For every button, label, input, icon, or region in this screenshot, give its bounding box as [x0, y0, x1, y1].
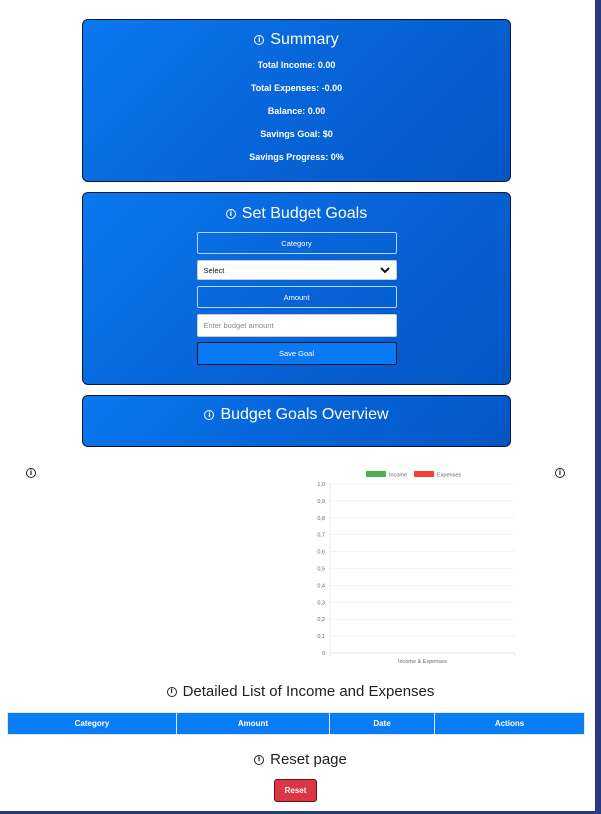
y-tick-label: 0,9 — [317, 499, 325, 505]
table-header-row: Category Amount Date Actions — [7, 712, 585, 735]
y-tick-label: 0,7 — [317, 533, 325, 539]
y-tick-label: 0,2 — [317, 617, 325, 623]
column-header-category: Category — [7, 712, 177, 735]
list-title: Detailed List of Income and Expenses — [182, 683, 435, 700]
info-circle-icon: i — [254, 35, 265, 45]
legend-swatch-income — [366, 471, 386, 477]
y-tick-label: 0,1 — [317, 634, 325, 640]
info-circle-icon: i — [254, 754, 265, 765]
chevron-down-icon — [379, 266, 390, 273]
category-select-value: Select — [203, 265, 225, 275]
category-label: Category — [196, 232, 397, 254]
reset-heading: i Reset page — [0, 751, 601, 768]
summary-card: i Summary Total Income: 0.00 Total Expen… — [82, 19, 511, 182]
budget-overview-card: i Budget Goals Overview — [82, 395, 511, 447]
savings-progress: Savings Progress: 0% — [249, 152, 344, 162]
y-tick-label: 0,6 — [317, 550, 325, 556]
total-income: Total Income: 0.00 — [257, 60, 336, 70]
budget-title: Set Budget Goals — [241, 205, 368, 222]
legend-label-expenses: Expenses — [437, 473, 461, 479]
overview-title: Budget Goals Overview — [220, 406, 389, 423]
legend-label-income: Income — [389, 473, 407, 479]
y-tick-label: 0,5 — [317, 567, 325, 573]
total-expenses: Total Expenses: -0.00 — [250, 83, 343, 93]
income-expenses-chart: Income Expenses 0 0,1 0,2 0,3 0,4 0,5 0,6 0,7 0,8 0… — [317, 471, 516, 665]
y-tick-label: 0 — [322, 651, 325, 657]
info-circle-icon: i — [204, 410, 215, 420]
summary-title: Summary — [270, 31, 339, 48]
budget-goals-card: i Set Budget Goals Category Select Amoun… — [82, 192, 511, 385]
column-header-actions: Actions — [434, 712, 585, 735]
category-select[interactable]: Select — [196, 260, 397, 280]
y-tick-label: 0,3 — [317, 600, 325, 606]
y-tick-label: 0,8 — [317, 516, 325, 522]
balance: Balance: 0.00 — [267, 106, 326, 116]
list-heading: i Detailed List of Income and Expenses — [0, 683, 601, 700]
info-circle-icon: i — [225, 209, 236, 219]
y-tick-label: 0,4 — [317, 583, 325, 589]
summary-heading: i Summary — [83, 31, 510, 49]
info-circle-icon[interactable]: i — [555, 468, 565, 478]
reset-title: Reset page — [270, 751, 347, 768]
budget-heading: i Set Budget Goals — [83, 205, 510, 223]
info-circle-icon[interactable]: i — [26, 468, 36, 478]
x-tick-label: Income & Expenses — [398, 659, 447, 665]
savings-goal: Savings Goal: $0 — [260, 129, 333, 139]
budget-form: Category Select Amount Enter budget amou… — [196, 232, 397, 365]
column-header-amount: Amount — [176, 712, 330, 735]
legend-swatch-expenses — [414, 471, 434, 477]
amount-label: Amount — [196, 286, 397, 308]
save-goal-button[interactable]: Save Goal — [196, 342, 397, 365]
info-circle-icon: i — [166, 686, 177, 697]
column-header-date: Date — [329, 712, 435, 735]
overview-heading: i Budget Goals Overview — [83, 406, 510, 424]
y-tick-label: 1,0 — [317, 482, 325, 488]
reset-button[interactable]: Reset — [274, 779, 317, 802]
budget-amount-input[interactable]: Enter budget amount — [196, 314, 397, 337]
budget-amount-placeholder: Enter budget amount — [203, 321, 274, 330]
income-expense-table: Category Amount Date Actions — [7, 712, 585, 735]
